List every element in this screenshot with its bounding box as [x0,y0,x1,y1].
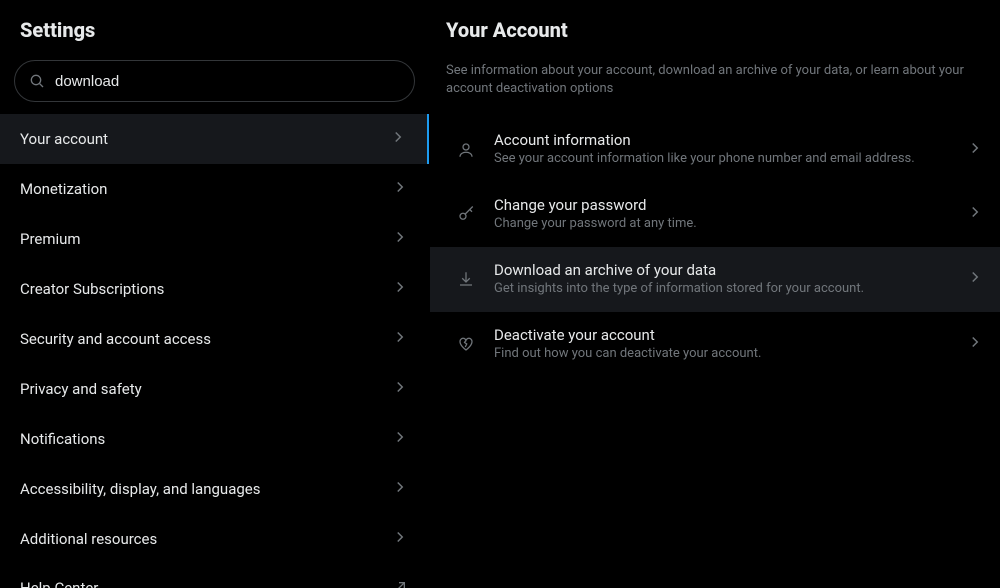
key-icon [446,205,486,223]
chevron-right-icon [391,278,409,300]
chevron-right-icon [389,128,407,150]
option-subtitle: Find out how you can deactivate your acc… [494,346,966,363]
sidebar-item-creator-subscriptions[interactable]: Creator Subscriptions [0,264,429,314]
sidebar-item-label: Additional resources [20,530,157,548]
chevron-right-icon [391,228,409,250]
sidebar-item-label: Creator Subscriptions [20,280,164,298]
option-deactivate-your-account[interactable]: Deactivate your account Find out how you … [430,312,1000,377]
external-link-icon [393,578,409,588]
option-title: Account information [494,131,966,149]
option-account-information[interactable]: Account information See your account info… [430,117,1000,182]
sidebar-item-monetization[interactable]: Monetization [0,164,429,214]
sidebar-item-notifications[interactable]: Notifications [0,414,429,464]
settings-sidebar: Settings Your account Monetization Premium… [0,0,430,588]
search-icon [29,73,45,89]
main-title: Your Account [430,0,1000,48]
option-title: Change your password [494,196,966,214]
option-title: Deactivate your account [494,326,966,344]
chevron-right-icon [391,378,409,400]
chevron-right-icon [391,178,409,200]
sidebar-item-help-center[interactable]: Help Center [0,564,429,588]
chevron-right-icon [966,203,984,225]
sidebar-item-label: Notifications [20,430,105,448]
sidebar-item-label: Privacy and safety [20,380,142,398]
chevron-right-icon [391,428,409,450]
sidebar-item-accessibility-display-and-languages[interactable]: Accessibility, display, and languages [0,464,429,514]
chevron-right-icon [391,528,409,550]
option-title: Download an archive of your data [494,261,966,279]
person-icon [446,141,486,159]
download-icon [446,270,486,288]
heart-broken-icon [446,335,486,353]
chevron-right-icon [966,268,984,290]
option-subtitle: Change your password at any time. [494,216,966,233]
sidebar-item-label: Help Center [20,579,98,588]
sidebar-item-label: Monetization [20,180,107,198]
settings-nav-list: Your account Monetization Premium Creator S… [0,114,429,588]
option-subtitle: Get insights into the type of informatio… [494,281,966,298]
chevron-right-icon [391,478,409,500]
sidebar-item-label: Accessibility, display, and languages [20,480,260,498]
sidebar-item-label: Your account [20,130,108,148]
main-panel: Your Account See information about your … [430,0,1000,588]
search-wrapper [0,50,429,110]
option-download-an-archive-of-your-data[interactable]: Download an archive of your data Get insi… [430,247,1000,312]
chevron-right-icon [966,333,984,355]
sidebar-item-label: Security and account access [20,330,211,348]
sidebar-item-additional-resources[interactable]: Additional resources [0,514,429,564]
sidebar-item-your-account[interactable]: Your account [0,114,429,164]
sidebar-item-label: Premium [20,230,81,248]
chevron-right-icon [391,328,409,350]
option-body: Deactivate your account Find out how you … [486,326,966,363]
sidebar-item-premium[interactable]: Premium [0,214,429,264]
search-input[interactable] [55,73,400,90]
option-subtitle: See your account information like your p… [494,151,966,168]
sidebar-item-security-and-account-access[interactable]: Security and account access [0,314,429,364]
option-body: Account information See your account info… [486,131,966,168]
account-option-list: Account information See your account info… [430,117,1000,377]
settings-title: Settings [0,0,429,50]
main-description: See information about your account, down… [430,48,1000,117]
option-change-your-password[interactable]: Change your password Change your password… [430,182,1000,247]
chevron-right-icon [966,139,984,161]
option-body: Change your password Change your password… [486,196,966,233]
search-input-container[interactable] [14,60,415,102]
sidebar-item-privacy-and-safety[interactable]: Privacy and safety [0,364,429,414]
option-body: Download an archive of your data Get insi… [486,261,966,298]
